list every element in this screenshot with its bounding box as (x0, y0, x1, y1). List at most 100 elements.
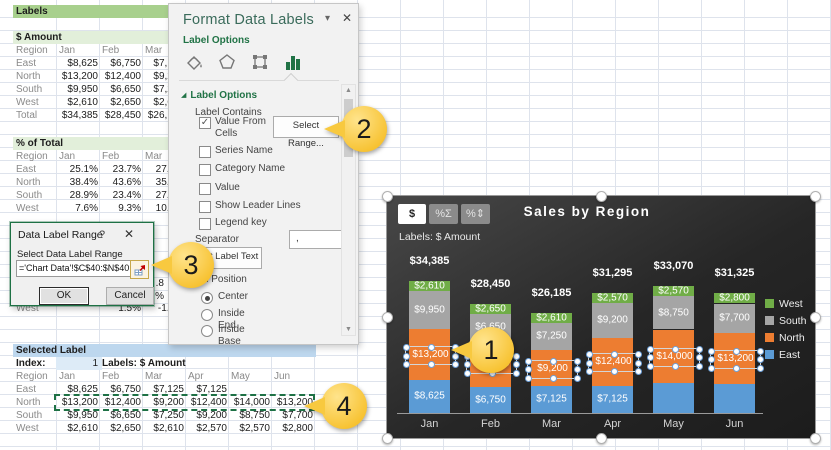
chart-toggle-button-%⇕[interactable]: %⇕ (461, 204, 490, 224)
sheet-cell[interactable]: $2,650 (99, 422, 145, 435)
column-header[interactable]: Region (13, 370, 58, 383)
sheet-cell[interactable]: $6,750 (99, 57, 145, 70)
chart-data-label[interactable]: $6,750 (470, 395, 511, 406)
sheet-cell[interactable]: $34,385 (56, 109, 102, 122)
label-selection-handle[interactable] (647, 362, 654, 370)
sheet-cell[interactable]: $2,610 (142, 422, 188, 435)
sheet-cell[interactable]: $6,650 (99, 83, 145, 96)
sheet-cell[interactable]: $2,650 (99, 96, 145, 109)
chart-legend-item-south[interactable]: South (765, 311, 806, 327)
label-selection-handle[interactable] (586, 351, 593, 359)
label-selection-handle[interactable] (708, 347, 715, 355)
chart-data-label[interactable]: $8,625 (409, 391, 450, 402)
range-input[interactable]: ='Chart Data'!$C$40:$N$40 (16, 260, 132, 277)
chart-legend-item-north[interactable]: North (765, 328, 805, 344)
chart-data-label[interactable]: $9,950 (409, 305, 450, 316)
column-header[interactable]: Apr (185, 370, 230, 383)
fill-line-icon[interactable] (183, 51, 205, 73)
chart-selection-handle[interactable] (809, 432, 821, 444)
column-header[interactable]: Feb (99, 150, 144, 163)
sheet-cell[interactable]: $8,625 (56, 57, 102, 70)
chart-category-label[interactable]: Apr (582, 418, 643, 430)
sheet-cell[interactable]: 38.4% (56, 176, 102, 189)
sheet-cell[interactable]: 23.4% (99, 189, 145, 202)
column-header[interactable]: Region (13, 44, 58, 57)
sheet-cell[interactable]: 7.6% (56, 202, 102, 215)
label-selection-handle[interactable] (525, 374, 532, 382)
label-selection-handle[interactable] (610, 351, 618, 359)
label-selection-handle[interactable] (513, 369, 520, 377)
effects-icon[interactable] (216, 51, 238, 73)
sheet-cell[interactable]: North (13, 70, 58, 83)
chart-data-label[interactable]: $2,610 (531, 312, 572, 323)
chart-legend-item-west[interactable]: West (765, 294, 803, 310)
chart-data-label-selected[interactable]: $9,200 (525, 357, 581, 382)
scroll-down-icon[interactable]: ▼ (342, 326, 355, 333)
chart-selection-handle[interactable] (595, 190, 607, 202)
column-header[interactable]: Mar (142, 370, 187, 383)
sheet-cell[interactable]: West (13, 422, 58, 435)
tab-label-options[interactable]: Label Options (183, 35, 250, 46)
label-selection-handle[interactable] (696, 354, 703, 362)
chart-bar-segment-east[interactable] (714, 383, 755, 413)
chart-data-label[interactable]: $7,125 (592, 394, 633, 405)
label-selection-handle[interactable] (635, 359, 642, 367)
center-radio[interactable] (201, 292, 213, 304)
sheet-cell[interactable]: South (13, 409, 58, 422)
column-header[interactable]: May (228, 370, 273, 383)
sheet-cell[interactable]: East (13, 163, 58, 176)
label-selection-handle[interactable] (671, 362, 679, 370)
label-selection-handle[interactable] (549, 357, 557, 365)
chart-data-label[interactable]: $2,570 (592, 292, 633, 303)
size-properties-icon[interactable] (249, 51, 271, 73)
label-selection-handle[interactable] (696, 362, 703, 370)
label-selection-handle[interactable] (549, 374, 557, 382)
chart-data-label[interactable]: $2,570 (653, 286, 694, 297)
sheet-cell[interactable]: North (13, 176, 58, 189)
column-header[interactable]: Jan (56, 370, 101, 383)
label-selection-handle[interactable] (574, 366, 581, 373)
sheet-cell[interactable]: East (13, 57, 58, 70)
ok-button[interactable]: OK (39, 287, 89, 305)
sheet-cell[interactable]: $2,610 (56, 422, 102, 435)
label-selection-handle[interactable] (635, 368, 642, 376)
legend-key-checkbox[interactable] (199, 218, 211, 230)
sheet-cell[interactable]: North (13, 396, 58, 409)
sheet-cell[interactable]: $9,950 (56, 83, 102, 96)
chart-selection-handle[interactable] (381, 190, 393, 202)
sheet-cell[interactable]: West (13, 202, 58, 215)
chart-category-label[interactable]: Jun (704, 418, 765, 430)
label-selection-handle[interactable] (757, 356, 764, 364)
selected-label-table-title[interactable]: Selected Label (13, 344, 316, 357)
sheet-cell[interactable]: South (13, 83, 58, 96)
label-selection-handle[interactable] (427, 344, 435, 352)
index-value-cell[interactable]: 1 (56, 357, 102, 370)
label-selection-handle[interactable] (525, 366, 532, 373)
help-icon[interactable]: ? (99, 229, 105, 241)
category-name-checkbox[interactable] (199, 164, 211, 176)
chart-data-label[interactable]: $2,800 (714, 293, 755, 304)
label-selection-handle[interactable] (696, 345, 703, 353)
chart-total-label[interactable]: $31,325 (694, 267, 775, 279)
inside-base-radio[interactable] (201, 325, 213, 337)
sheet-cell[interactable]: South (13, 189, 58, 202)
label-selection-handle[interactable] (403, 352, 410, 360)
chart-category-label[interactable]: May (643, 418, 704, 430)
sheet-cell[interactable]: $2,610 (56, 96, 102, 109)
chart-total-label[interactable]: $34,385 (389, 255, 470, 267)
value-checkbox[interactable] (199, 183, 211, 195)
range-selector-icon[interactable] (130, 260, 149, 279)
label-selection-handle[interactable] (513, 352, 520, 360)
chart-data-label[interactable]: $9,200 (592, 315, 633, 326)
labels-source-text[interactable]: Labels: $ Amount (99, 357, 230, 370)
sheet-cell[interactable]: 23.7% (99, 163, 145, 176)
label-selection-handle[interactable] (757, 347, 764, 355)
sales-by-region-chart[interactable]: $ %Σ %⇕ Sales by Region Labels: $ Amount $… (386, 195, 816, 439)
series-name-checkbox[interactable] (199, 146, 211, 158)
sheet-cell[interactable]: Total (13, 109, 58, 122)
sheet-cell[interactable]: 28.9% (56, 189, 102, 202)
chart-bar-segment-east[interactable] (653, 383, 694, 413)
close-icon[interactable]: ✕ (124, 227, 134, 241)
cancel-button[interactable]: Cancel (106, 287, 154, 305)
label-selection-handle[interactable] (452, 361, 459, 369)
